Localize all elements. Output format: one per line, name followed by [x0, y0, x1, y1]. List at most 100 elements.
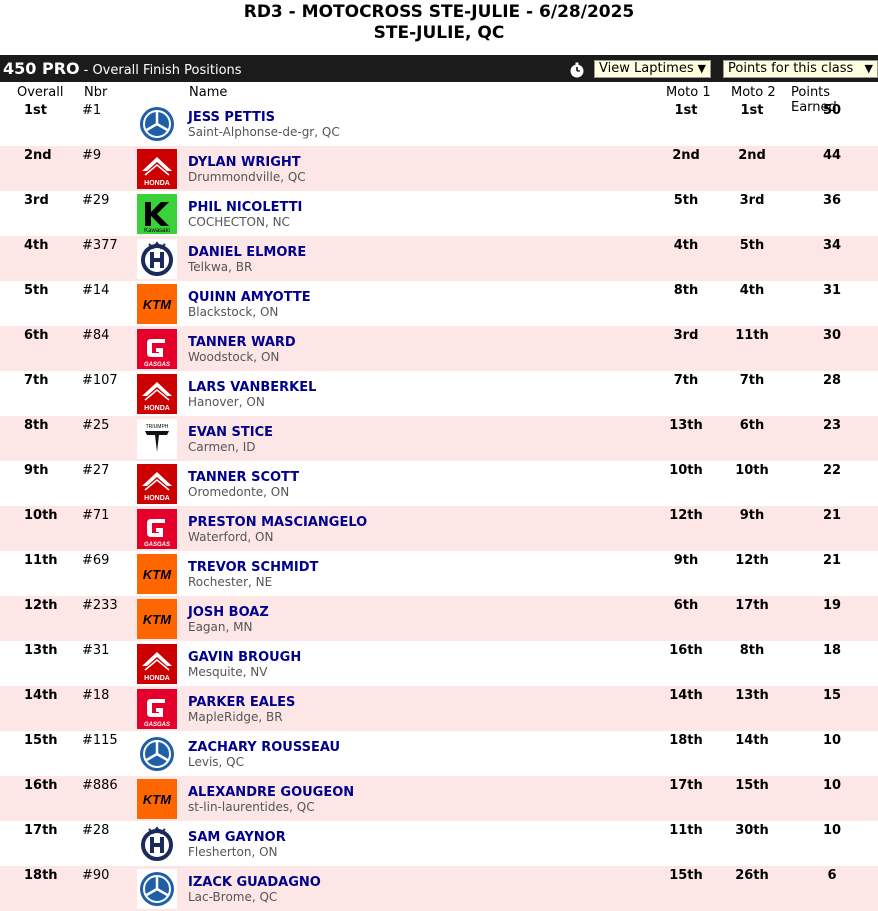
table-row: 17th #28 SAM GAYNOR Flesherton, ON 11th 30th 1…: [0, 821, 878, 866]
moto2-result: 11th: [735, 328, 769, 343]
rider-hometown: Flesherton, ON: [188, 845, 278, 859]
moto1-result: 7th: [673, 373, 699, 388]
svg-text:KTM: KTM: [143, 297, 172, 312]
moto1-result: 3rd: [673, 328, 699, 343]
rider-name[interactable]: EVAN STICE: [188, 425, 273, 440]
table-row: 6th #84 GASGAS TANNER WARD Woodstock, ON 3rd 1…: [0, 326, 878, 371]
points-earned: 31: [822, 283, 842, 298]
moto2-result: 14th: [735, 733, 769, 748]
rider-name[interactable]: DYLAN WRIGHT: [188, 155, 301, 170]
svg-text:KTM: KTM: [143, 792, 172, 807]
husqvarna-logo: [137, 239, 177, 279]
rider-number: #115: [82, 733, 118, 748]
class-title: 450 PRO - Overall Finish Positions: [3, 59, 242, 78]
yamaha-logo: [137, 104, 177, 144]
gasgas-logo: GASGAS: [137, 509, 177, 549]
rider-name[interactable]: ZACHARY ROUSSEAU: [188, 740, 340, 755]
stopwatch-icon[interactable]: [569, 62, 585, 78]
rider-number: #27: [82, 463, 110, 478]
ktm-logo: KTM: [137, 554, 177, 594]
moto1-result: 5th: [673, 193, 699, 208]
moto2-result: 15th: [735, 778, 769, 793]
honda-logo: HONDA: [137, 149, 177, 189]
chevron-down-icon: ▼: [864, 62, 873, 75]
rider-number: #18: [82, 688, 110, 703]
rider-name[interactable]: ALEXANDRE GOUGEON: [188, 785, 354, 800]
col-moto1: Moto 1: [666, 85, 711, 100]
view-laptimes-select[interactable]: View Laptimes ▼: [594, 60, 711, 78]
moto1-result: 6th: [673, 598, 699, 613]
ktm-logo: KTM: [137, 779, 177, 819]
svg-text:HONDA: HONDA: [144, 495, 170, 502]
moto2-result: 8th: [739, 643, 765, 658]
svg-text:GASGAS: GASGAS: [144, 542, 170, 548]
rider-name[interactable]: JESS PETTIS: [188, 110, 275, 125]
moto1-result: 1st: [674, 103, 698, 118]
rider-hometown: Levis, QC: [188, 755, 244, 769]
moto1-result: 16th: [669, 643, 703, 658]
event-title-line1: RD3 - MOTOCROSS STE-JULIE - 6/28/2025: [243, 2, 635, 22]
rider-name[interactable]: PRESTON MASCIANGELO: [188, 515, 367, 530]
rider-number: #71: [82, 508, 110, 523]
honda-logo: HONDA: [137, 644, 177, 684]
moto2-result: 3rd: [739, 193, 765, 208]
overall-position: 5th: [24, 283, 49, 298]
rider-hometown: Mesquite, NV: [188, 665, 268, 679]
rider-name[interactable]: PHIL NICOLETTI: [188, 200, 302, 215]
column-headers: Overall Nbr Name Moto 1 Moto 2 Points Ea…: [0, 84, 878, 115]
moto1-result: 10th: [669, 463, 703, 478]
event-title: RD3 - MOTOCROSS STE-JULIE - 6/28/2025 ST…: [0, 0, 878, 44]
moto2-result: 10th: [735, 463, 769, 478]
moto1-result: 9th: [673, 553, 699, 568]
table-row: 15th #115 ZACHARY ROUSSEAU Levis, QC 18th 14t…: [0, 731, 878, 776]
rider-number: #90: [82, 868, 110, 883]
points-select[interactable]: Points for this class ▼: [723, 60, 878, 78]
rider-name[interactable]: PARKER EALES: [188, 695, 295, 710]
rider-name[interactable]: TREVOR SCHMIDT: [188, 560, 318, 575]
husqvarna-logo: [137, 824, 177, 864]
overall-position: 7th: [24, 373, 49, 388]
rider-hometown: Saint-Alphonse-de-gr, QC: [188, 125, 340, 139]
rider-number: #233: [82, 598, 118, 613]
points-earned: 19: [822, 598, 842, 613]
points-earned: 22: [822, 463, 842, 478]
svg-text:Kawasaki: Kawasaki: [144, 228, 170, 234]
points-select-label: Points for this class: [728, 61, 854, 76]
points-earned: 6: [827, 868, 837, 883]
rider-name[interactable]: GAVIN BROUGH: [188, 650, 301, 665]
rider-name[interactable]: JOSH BOAZ: [188, 605, 269, 620]
rider-hometown: Drummondville, QC: [188, 170, 306, 184]
rider-hometown: MapleRidge, BR: [188, 710, 283, 724]
moto1-result: 8th: [673, 283, 699, 298]
class-header-bar: 450 PRO - Overall Finish Positions View L…: [0, 55, 878, 82]
table-row: 18th #90 IZACK GUADAGNO Lac-Brome, QC 15th 26…: [0, 866, 878, 911]
moto2-result: 4th: [739, 283, 765, 298]
overall-position: 10th: [24, 508, 58, 523]
rider-name[interactable]: QUINN AMYOTTE: [188, 290, 311, 305]
table-row: 1st #1 JESS PETTIS Saint-Alphonse-de-gr, QC…: [0, 101, 878, 146]
svg-text:KTM: KTM: [143, 612, 172, 627]
table-row: 13th #31 HONDA GAVIN BROUGH Mesquite, NV 16th…: [0, 641, 878, 686]
rider-name[interactable]: SAM GAYNOR: [188, 830, 286, 845]
moto1-result: 13th: [669, 418, 703, 433]
rider-name[interactable]: DANIEL ELMORE: [188, 245, 306, 260]
rider-name[interactable]: LARS VANBERKEL: [188, 380, 316, 395]
svg-text:HONDA: HONDA: [144, 180, 170, 187]
points-earned: 21: [822, 508, 842, 523]
rider-number: #1: [82, 103, 102, 118]
rider-number: #84: [82, 328, 110, 343]
rider-name[interactable]: IZACK GUADAGNO: [188, 875, 321, 890]
rider-name[interactable]: TANNER SCOTT: [188, 470, 299, 485]
moto2-result: 1st: [740, 103, 764, 118]
moto1-result: 11th: [669, 823, 703, 838]
results-table: 1st #1 JESS PETTIS Saint-Alphonse-de-gr, QC…: [0, 101, 878, 911]
moto2-result: 5th: [739, 238, 765, 253]
rider-number: #886: [82, 778, 118, 793]
rider-name[interactable]: TANNER WARD: [188, 335, 296, 350]
rider-hometown: Lac-Brome, QC: [188, 890, 278, 904]
moto1-result: 4th: [673, 238, 699, 253]
moto2-result: 30th: [735, 823, 769, 838]
rider-hometown: Rochester, NE: [188, 575, 273, 589]
moto1-result: 15th: [669, 868, 703, 883]
points-earned: 34: [822, 238, 842, 253]
